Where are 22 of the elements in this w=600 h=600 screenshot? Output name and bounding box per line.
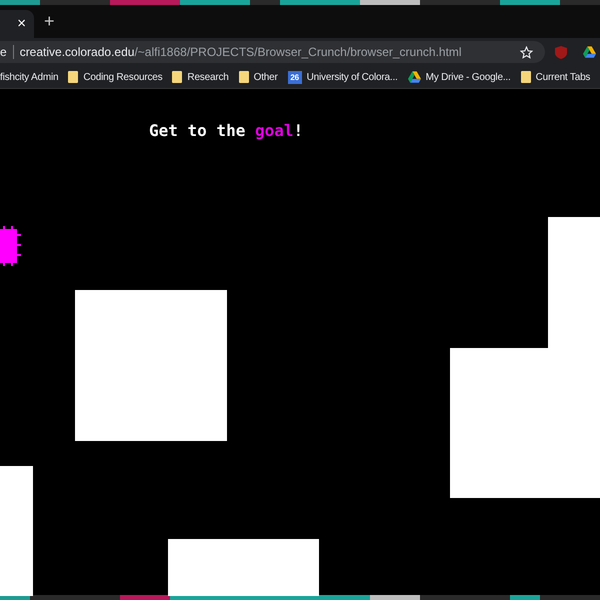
url-text: creative.colorado.edu/~alfi1868/PROJECTS/Browser_Crunch/browser_crunch.html [20, 44, 462, 61]
folder-icon [172, 71, 182, 83]
bookmark[interactable]: Coding Resources [68, 70, 162, 84]
close-button[interactable]: × [17, 12, 26, 36]
folder-icon [68, 71, 78, 83]
bookmark[interactable]: fishcity Admin [0, 70, 58, 84]
new-tab-button[interactable]: + [44, 8, 55, 35]
folder-icon [238, 71, 249, 83]
address-field[interactable]: e creative.colorado.edu/~alfi1868/PROJECTS/Browser_Crunch/browser_crunch.html [0, 41, 545, 63]
bookmark[interactable]: 26 University of Colora... [288, 70, 398, 84]
browser-tab[interactable]: × [0, 10, 34, 38]
drive-icon [583, 46, 596, 58]
bookmark[interactable]: My Drive - Google... [408, 70, 511, 84]
drive-icon [408, 71, 421, 83]
bookmark[interactable]: Current Tabs [520, 70, 590, 84]
calendar-icon: 26 [288, 70, 302, 84]
star-icon[interactable] [520, 46, 533, 58]
folder-icon [520, 71, 531, 83]
game-heading: Get to the goal! [149, 120, 304, 142]
bookmark[interactable]: Research [172, 70, 229, 84]
player-character [0, 226, 21, 266]
bookmark[interactable]: Other [238, 70, 278, 84]
